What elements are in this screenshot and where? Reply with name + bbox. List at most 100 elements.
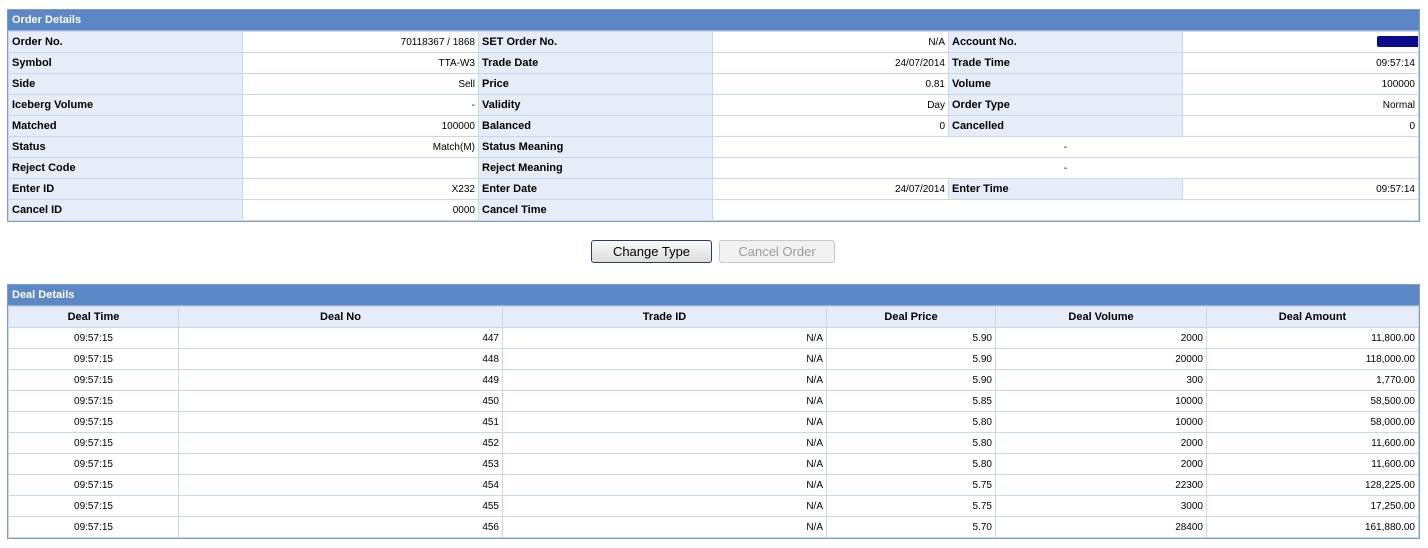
deal-time-cell: 09:57:15	[8, 474, 179, 496]
table-row: 09:57:15 452 N/A 5.80 2000 11,600.00	[8, 432, 1419, 454]
deal-price-cell: 5.90	[826, 348, 996, 370]
status-label: Status	[8, 136, 243, 158]
column-header-deal-no: Deal No	[178, 306, 503, 328]
deal-no-cell: 449	[178, 369, 503, 391]
order-row: Reject Code Reject Meaning -	[8, 157, 1419, 179]
deal-no-cell: 455	[178, 495, 503, 517]
trade-id-cell: N/A	[502, 411, 827, 433]
deal-amount-cell: 17,250.00	[1206, 495, 1419, 517]
deal-no-cell: 454	[178, 474, 503, 496]
deal-no-cell: 451	[178, 411, 503, 433]
deal-price-cell: 5.75	[826, 495, 996, 517]
deal-time-cell: 09:57:15	[8, 411, 179, 433]
account-no-value	[1182, 31, 1419, 53]
reject-meaning-value: -	[712, 157, 1419, 179]
enter-id-label: Enter ID	[8, 178, 243, 200]
trade-time-value: 09:57:14	[1182, 52, 1419, 74]
column-header-deal-time: Deal Time	[8, 306, 179, 328]
deal-price-cell: 5.90	[826, 327, 996, 349]
order-details-table: Order No. 70118367 / 1868 SET Order No. N/A…	[8, 31, 1419, 221]
cancel-id-value: 0000	[242, 199, 479, 221]
iceberg-volume-label: Iceberg Volume	[8, 94, 243, 116]
trade-id-cell: N/A	[502, 432, 827, 454]
order-row: Cancel ID 0000 Cancel Time	[8, 199, 1419, 221]
deal-volume-cell: 300	[995, 369, 1207, 391]
cancelled-label: Cancelled	[948, 115, 1183, 137]
deal-price-cell: 5.80	[826, 453, 996, 475]
enter-time-label: Enter Time	[948, 178, 1183, 200]
table-row: 09:57:15 456 N/A 5.70 28400 161,880.00	[8, 516, 1419, 538]
deal-details-table: Deal Time Deal No Trade ID Deal Price Deal V…	[8, 306, 1419, 538]
order-type-label: Order Type	[948, 94, 1183, 116]
order-row: Order No. 70118367 / 1868 SET Order No. N/A…	[8, 31, 1419, 53]
cancel-order-button[interactable]: Cancel Order	[719, 240, 835, 263]
deal-volume-cell: 2000	[995, 453, 1207, 475]
deal-amount-cell: 118,000.00	[1206, 348, 1419, 370]
deal-price-cell: 5.70	[826, 516, 996, 538]
deal-amount-cell: 128,225.00	[1206, 474, 1419, 496]
deal-volume-cell: 2000	[995, 327, 1207, 349]
deal-price-cell: 5.80	[826, 411, 996, 433]
deal-no-cell: 450	[178, 390, 503, 412]
reject-meaning-label: Reject Meaning	[478, 157, 713, 179]
table-row: 09:57:15 455 N/A 5.75 3000 17,250.00	[8, 495, 1419, 517]
symbol-label: Symbol	[8, 52, 243, 74]
order-details-panel: Order Details Order No. 70118367 / 1868 SE…	[7, 9, 1420, 222]
column-header-deal-amount: Deal Amount	[1206, 306, 1419, 328]
price-value: 0.81	[712, 73, 949, 95]
deal-amount-cell: 161,880.00	[1206, 516, 1419, 538]
table-row: 09:57:15 453 N/A 5.80 2000 11,600.00	[8, 453, 1419, 475]
status-value: Match(M)	[242, 136, 479, 158]
deal-price-cell: 5.85	[826, 390, 996, 412]
symbol-value: TTA-W3	[242, 52, 479, 74]
balanced-label: Balanced	[478, 115, 713, 137]
column-header-deal-price: Deal Price	[826, 306, 996, 328]
deal-time-cell: 09:57:15	[8, 453, 179, 475]
deal-time-cell: 09:57:15	[8, 495, 179, 517]
deal-time-cell: 09:57:15	[8, 369, 179, 391]
deal-amount-cell: 58,000.00	[1206, 411, 1419, 433]
deal-time-cell: 09:57:15	[8, 390, 179, 412]
enter-time-value: 09:57:14	[1182, 178, 1419, 200]
trade-id-cell: N/A	[502, 348, 827, 370]
deal-price-cell: 5.90	[826, 369, 996, 391]
deal-amount-cell: 11,600.00	[1206, 453, 1419, 475]
trade-id-cell: N/A	[502, 390, 827, 412]
deal-no-cell: 456	[178, 516, 503, 538]
balanced-value: 0	[712, 115, 949, 137]
deal-time-cell: 09:57:15	[8, 327, 179, 349]
order-row: Enter ID X232 Enter Date 24/07/2014 Enter Ti…	[8, 178, 1419, 200]
set-order-no-label: SET Order No.	[478, 31, 713, 53]
cancel-time-value	[712, 199, 1419, 221]
deal-no-cell: 447	[178, 327, 503, 349]
deal-time-cell: 09:57:15	[8, 432, 179, 454]
trade-id-cell: N/A	[502, 327, 827, 349]
deal-volume-cell: 3000	[995, 495, 1207, 517]
volume-value: 100000	[1182, 73, 1419, 95]
order-row: Status Match(M) Status Meaning -	[8, 136, 1419, 158]
enter-date-value: 24/07/2014	[712, 178, 949, 200]
deal-volume-cell: 2000	[995, 432, 1207, 454]
table-row: 09:57:15 447 N/A 5.90 2000 11,800.00	[8, 327, 1419, 349]
table-row: 09:57:15 448 N/A 5.90 20000 118,000.00	[8, 348, 1419, 370]
trade-date-value: 24/07/2014	[712, 52, 949, 74]
matched-label: Matched	[8, 115, 243, 137]
trade-id-cell: N/A	[502, 453, 827, 475]
deal-volume-cell: 22300	[995, 474, 1207, 496]
change-type-button[interactable]: Change Type	[591, 240, 712, 263]
deal-amount-cell: 11,800.00	[1206, 327, 1419, 349]
side-label: Side	[8, 73, 243, 95]
column-header-trade-id: Trade ID	[502, 306, 827, 328]
trade-date-label: Trade Date	[478, 52, 713, 74]
deal-volume-cell: 28400	[995, 516, 1207, 538]
trade-id-cell: N/A	[502, 495, 827, 517]
redacted-mark	[1377, 36, 1418, 48]
trade-id-cell: N/A	[502, 516, 827, 538]
validity-value: Day	[712, 94, 949, 116]
deal-no-cell: 448	[178, 348, 503, 370]
table-row: 09:57:15 454 N/A 5.75 22300 128,225.00	[8, 474, 1419, 496]
reject-code-label: Reject Code	[8, 157, 243, 179]
validity-label: Validity	[478, 94, 713, 116]
table-row: 09:57:15 450 N/A 5.85 10000 58,500.00	[8, 390, 1419, 412]
enter-id-value: X232	[242, 178, 479, 200]
